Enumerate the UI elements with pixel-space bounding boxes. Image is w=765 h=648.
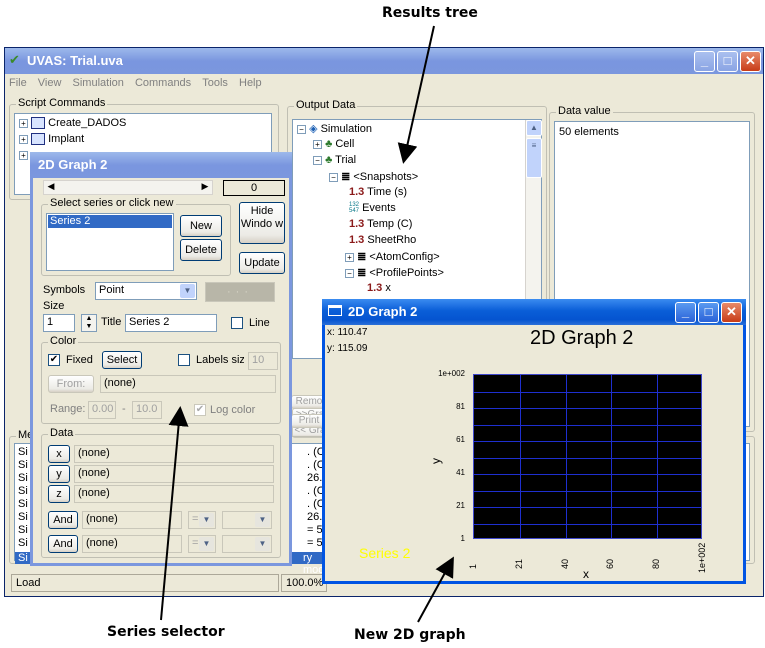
arrow-new-graph — [417, 556, 454, 623]
arrow-series-selector — [160, 406, 189, 621]
arrow-results-tree — [397, 25, 435, 164]
annotation-arrows — [160, 25, 454, 623]
